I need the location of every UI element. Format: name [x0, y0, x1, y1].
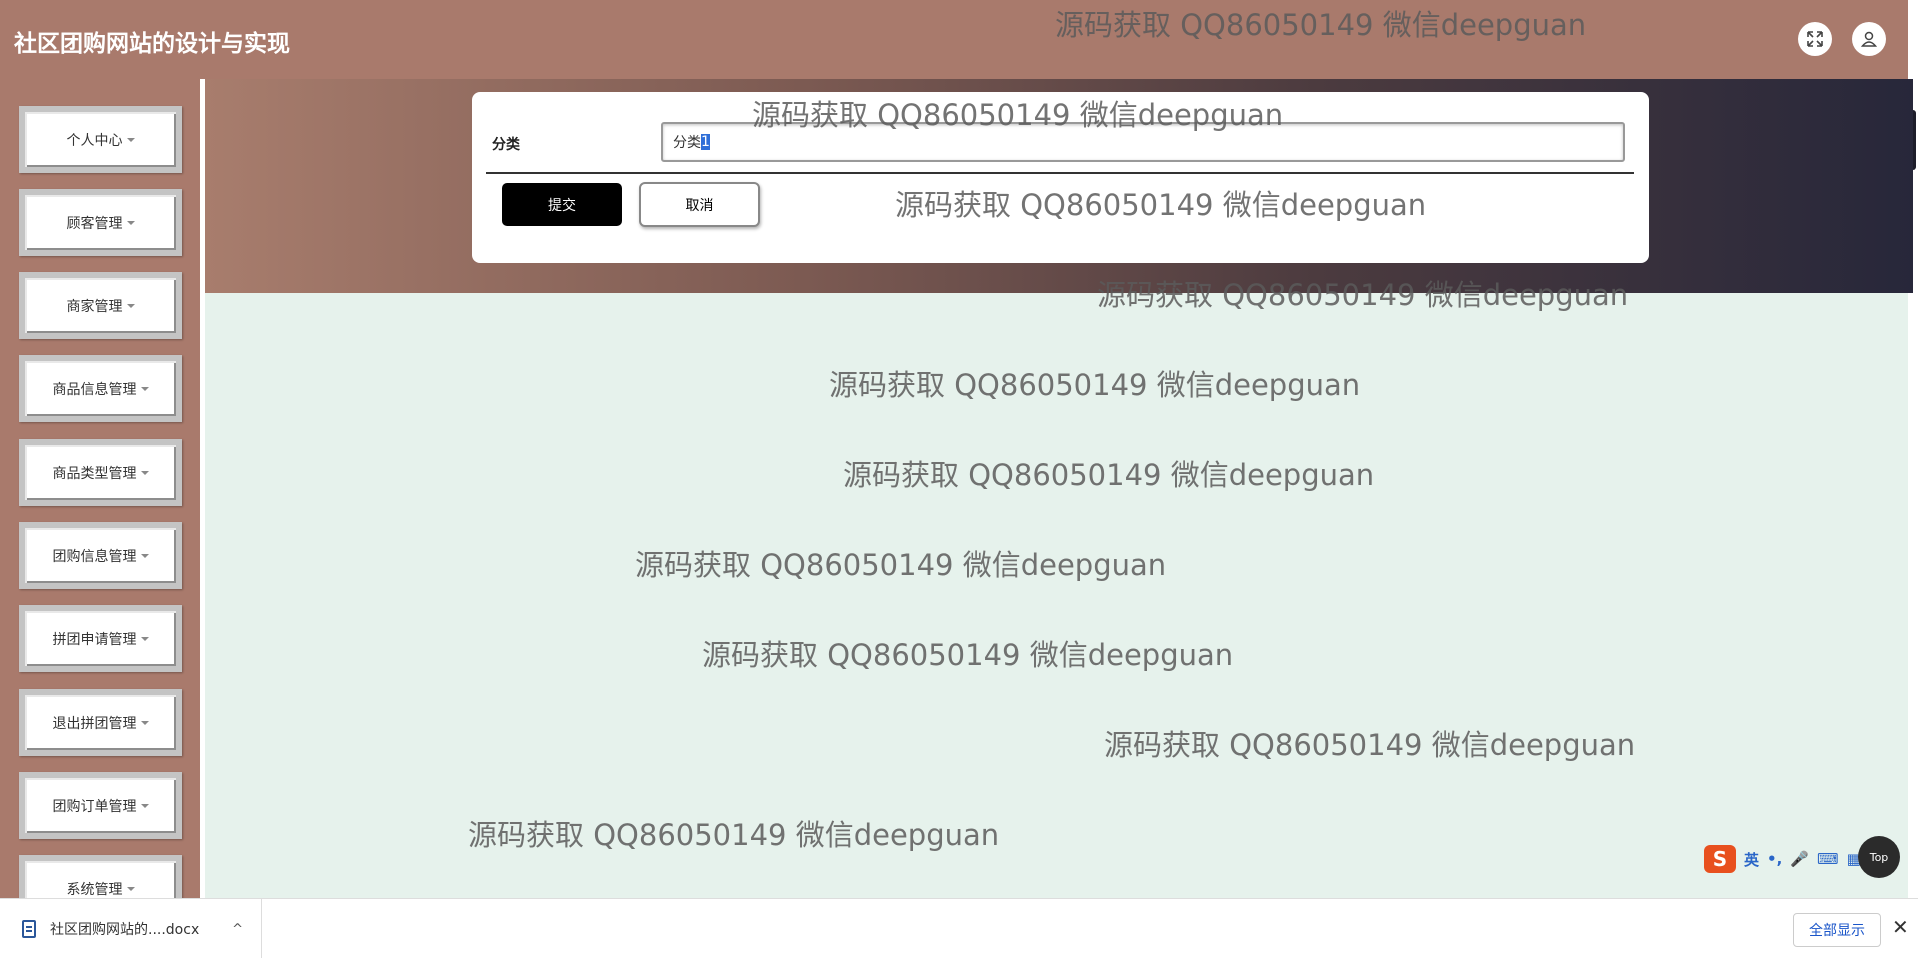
caret-down-icon — [126, 220, 135, 225]
sidebar-item-merchant[interactable]: 商家管理 — [19, 272, 182, 339]
close-icon[interactable]: ✕ — [1892, 915, 1909, 939]
category-form: 分类 分类 1 提交 取消 — [472, 92, 1649, 263]
category-input-value: 分类 — [673, 135, 701, 151]
caret-down-icon — [126, 303, 135, 308]
category-input[interactable]: 分类 1 — [661, 122, 1625, 162]
fullscreen-button[interactable] — [1798, 22, 1832, 56]
user-icon — [1860, 31, 1878, 47]
fullscreen-icon — [1807, 31, 1823, 47]
caret-down-icon — [140, 470, 149, 475]
sidebar-item-label: 团购订单管理 — [52, 798, 137, 815]
cancel-button[interactable]: 取消 — [639, 182, 760, 227]
ime-language-toggle[interactable]: 英 — [1744, 849, 1759, 870]
sidebar-item-customer[interactable]: 顾客管理 — [19, 189, 182, 256]
category-input-selection: 1 — [701, 134, 710, 150]
caret-down-icon — [140, 386, 149, 391]
sidebar-item-group-apply[interactable]: 拼团申请管理 — [19, 605, 182, 672]
app-title: 社区团购网站的设计与实现 — [14, 31, 290, 57]
sidebar-item-label: 系统管理 — [66, 881, 123, 898]
sidebar: 个人中心 顾客管理 商家管理 商品信息管理 商品类型管理 团购信息管理 拼团申请… — [0, 79, 200, 898]
show-all-downloads-button[interactable]: 全部显示 — [1793, 913, 1881, 947]
caret-down-icon — [140, 553, 149, 558]
sidebar-item-product-info[interactable]: 商品信息管理 — [19, 355, 182, 422]
sidebar-item-label: 个人中心 — [66, 132, 123, 149]
watermark-text: 源码获取 QQ86050149 微信deepguan — [1104, 728, 1636, 762]
caret-down-icon — [140, 720, 149, 725]
watermark-text: 源码获取 QQ86050149 微信deepguan — [829, 368, 1361, 402]
ime-toolbar: S 英 •, 🎤 ⌨ ▦ — [1700, 843, 1872, 875]
watermark-text: 源码获取 QQ86050149 微信deepguan — [702, 638, 1234, 672]
download-item[interactable]: 社区团购网站的....docx ^ — [0, 899, 262, 958]
back-to-top-button[interactable]: Top — [1858, 836, 1900, 878]
sidebar-item-group-exit[interactable]: 退出拼团管理 — [19, 689, 182, 756]
download-file-name: 社区团购网站的....docx — [50, 922, 200, 938]
caret-down-icon — [126, 886, 135, 891]
ime-logo-icon[interactable]: S — [1704, 845, 1736, 873]
sidebar-item-label: 顾客管理 — [66, 215, 123, 232]
user-button[interactable] — [1852, 22, 1886, 56]
keyboard-icon[interactable]: ⌨ — [1817, 850, 1839, 868]
category-label: 分类 — [492, 137, 520, 153]
watermark-text: 源码获取 QQ86050149 微信deepguan — [468, 818, 1000, 852]
sidebar-item-label: 商品类型管理 — [52, 465, 137, 482]
form-divider — [486, 172, 1634, 174]
sidebar-item-personal-center[interactable]: 个人中心 — [19, 106, 182, 173]
caret-down-icon — [126, 137, 135, 142]
submit-button[interactable]: 提交 — [502, 183, 622, 226]
caret-down-icon — [140, 636, 149, 641]
sidebar-item-label: 退出拼团管理 — [52, 715, 137, 732]
sidebar-item-system[interactable]: 系统管理 — [19, 855, 182, 898]
sidebar-item-group-buy-info[interactable]: 团购信息管理 — [19, 522, 182, 589]
sidebar-item-label: 商品信息管理 — [52, 381, 137, 398]
microphone-icon[interactable]: 🎤 — [1790, 850, 1809, 868]
chevron-up-icon[interactable]: ^ — [232, 922, 243, 937]
word-document-icon — [22, 920, 36, 938]
sidebar-item-label: 拼团申请管理 — [52, 631, 137, 648]
sidebar-item-product-type[interactable]: 商品类型管理 — [19, 439, 182, 506]
watermark-text: 源码获取 QQ86050149 微信deepguan — [843, 458, 1375, 492]
sidebar-item-label: 商家管理 — [66, 298, 123, 315]
sidebar-item-label: 团购信息管理 — [52, 548, 137, 565]
ime-punctuation-icon[interactable]: •, — [1767, 850, 1782, 868]
watermark-text: 源码获取 QQ86050149 微信deepguan — [635, 548, 1167, 582]
header-bar: 社区团购网站的设计与实现 — [0, 0, 1908, 79]
download-bar: 社区团购网站的....docx ^ 全部显示 ✕ — [0, 898, 1918, 958]
sidebar-item-group-orders[interactable]: 团购订单管理 — [19, 772, 182, 839]
caret-down-icon — [140, 803, 149, 808]
